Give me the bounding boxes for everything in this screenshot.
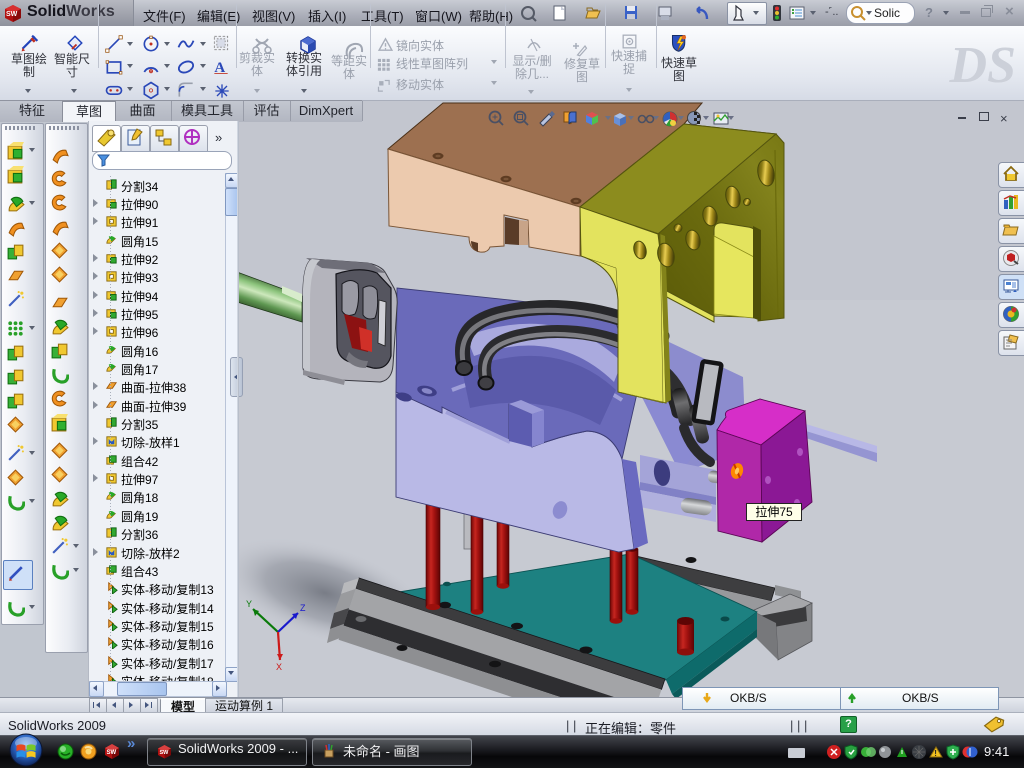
svg-text:Y: Y xyxy=(246,599,252,609)
svg-text:!: ! xyxy=(934,749,937,758)
svg-text:SW: SW xyxy=(107,750,117,756)
svg-text:SW: SW xyxy=(6,11,18,18)
svg-text:SW: SW xyxy=(160,750,170,756)
svg-text:X: X xyxy=(276,662,282,672)
svg-text:Z: Z xyxy=(300,603,306,613)
